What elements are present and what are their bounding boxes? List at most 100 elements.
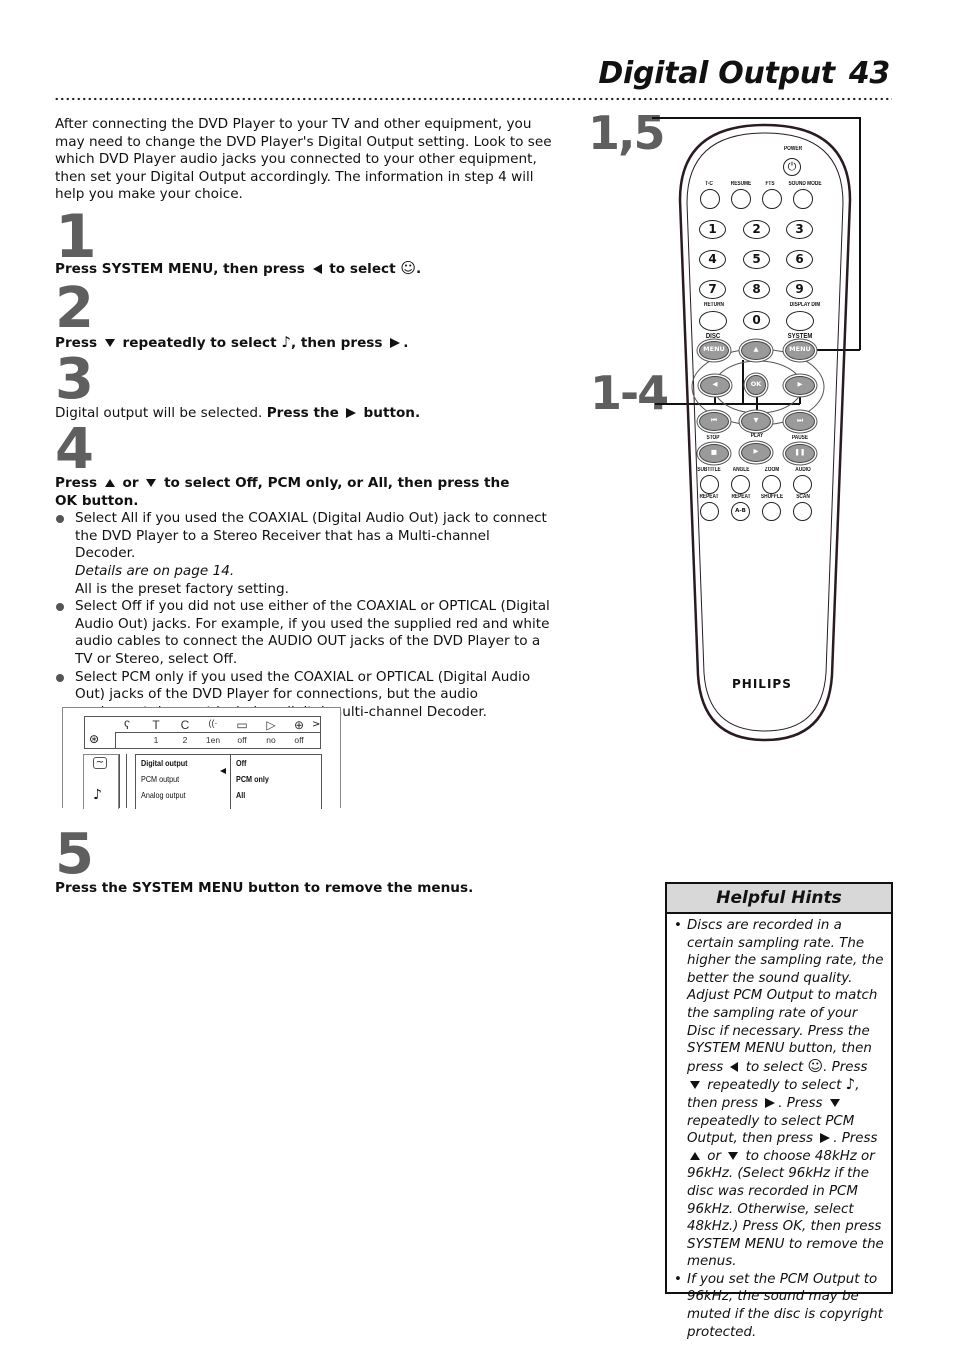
play-button[interactable]: ▶ — [741, 443, 771, 462]
osd-top-bar: ⊛ ʕ T C ((· ▭ ▷ ⊕ > 1 2 1en off no off — [84, 716, 321, 749]
step-text: Press SYSTEM MENU, then press to select … — [55, 259, 555, 279]
osd-value: 2 — [182, 735, 188, 745]
up-button[interactable]: ▲ — [741, 341, 771, 360]
osd-value: off — [237, 735, 247, 745]
label-resume: RESUME — [730, 181, 752, 187]
number-1-button[interactable]: 1 — [699, 220, 726, 239]
previous-button[interactable]: ⏮ — [699, 412, 729, 431]
label-zoom: ZOOM — [764, 467, 780, 473]
subtitle-icon: ▭ — [236, 718, 248, 732]
label-tc: T-C — [705, 181, 713, 187]
ok-button[interactable]: OK — [746, 375, 766, 395]
next-icon: ⏭ — [797, 416, 803, 424]
step-number: 4 — [55, 417, 94, 482]
number-3-button[interactable]: 3 — [786, 220, 813, 239]
left-button[interactable]: ◀ — [700, 376, 730, 395]
subtitle-button[interactable] — [700, 475, 719, 494]
helpful-hints-box: Helpful Hints Discs are recorded in a ce… — [665, 882, 893, 1340]
osd-options: Off PCM only All — [230, 755, 321, 809]
number-2-button[interactable]: 2 — [743, 220, 770, 239]
system-menu-button[interactable]: MENU — [785, 341, 815, 360]
up-arrow-icon: ▲ — [753, 345, 759, 353]
label-system: SYSTEM — [787, 331, 813, 340]
repeat-button[interactable] — [700, 502, 719, 521]
display-dim-button[interactable] — [786, 311, 814, 331]
text: to choose 48kHz or 96kHz. (Select 96kHz … — [687, 1148, 884, 1270]
disc-menu-button[interactable]: MENU — [699, 341, 729, 360]
left-arrow-icon — [730, 1061, 739, 1072]
number-9-button[interactable]: 9 — [786, 280, 813, 299]
hints-list: Discs are recorded in a certain sampling… — [667, 914, 891, 1341]
down-arrow-icon — [829, 1098, 840, 1107]
label-stop: STOP — [706, 435, 720, 441]
stop-button[interactable]: ■ — [699, 444, 729, 463]
number-0-button[interactable]: 0 — [743, 311, 770, 330]
chapter-icon: C — [180, 718, 190, 732]
step-5: 5 Press the SYSTEM MENU button to remove… — [55, 827, 555, 898]
option-all[interactable]: All — [236, 790, 245, 800]
menu-label: MENU — [789, 345, 811, 353]
return-button[interactable] — [699, 311, 727, 331]
up-arrow-icon — [690, 1151, 700, 1160]
menu-item-analog-output[interactable]: Analog output — [141, 790, 186, 800]
audio-button[interactable] — [793, 475, 812, 494]
number-5-button[interactable]: 5 — [743, 250, 770, 269]
up-arrow-icon — [104, 479, 115, 487]
down-arrow-icon — [104, 339, 115, 347]
down-arrow-icon — [728, 1151, 739, 1160]
shuffle-button[interactable] — [762, 502, 781, 521]
step-number: 2 — [55, 276, 94, 341]
number-8-button[interactable]: 8 — [743, 280, 770, 299]
list-item: Select Off if you did not use either of … — [55, 598, 550, 668]
step-text: Press repeatedly to select ♪, then press… — [55, 333, 555, 353]
fts-button[interactable] — [762, 189, 782, 209]
number-7-button[interactable]: 7 — [699, 280, 726, 299]
option-list: Select All if you used the COAXIAL (Digi… — [55, 510, 550, 721]
right-button[interactable]: ▶ — [785, 376, 815, 395]
intro-paragraph: After connecting the DVD Player to your … — [55, 116, 552, 203]
text: . — [415, 261, 422, 277]
text: . Press — [823, 1059, 868, 1075]
down-arrow-icon — [146, 479, 157, 487]
text: , then press — [290, 335, 383, 351]
text: or — [707, 1148, 721, 1164]
menu-label: MENU — [703, 345, 725, 353]
label-angle: ANGLE — [732, 467, 750, 473]
down-button[interactable]: ▼ — [741, 412, 771, 431]
number-4-button[interactable]: 4 — [699, 250, 726, 269]
resume-button[interactable] — [731, 189, 751, 209]
power-icon: ⏻ — [787, 160, 797, 173]
zoom-button[interactable] — [762, 475, 781, 494]
osd-divider — [119, 754, 127, 808]
selector-arrow-icon — [220, 760, 226, 779]
text: Press SYSTEM MENU, then press — [55, 261, 305, 277]
pause-button[interactable]: ❚❚ — [785, 444, 815, 463]
menu-item-digital-output[interactable]: Digital output — [141, 758, 188, 768]
stop-icon: ■ — [710, 448, 718, 456]
option-pcm-only[interactable]: PCM only — [236, 774, 269, 784]
scan-button[interactable] — [793, 502, 812, 521]
repeat-ab-button[interactable]: A-B — [731, 502, 750, 521]
osd-screenshot: ⊛ ʕ T C ((· ▭ ▷ ⊕ > 1 2 1en off no off ~… — [62, 707, 341, 809]
step-1: 1 Press SYSTEM MENU, then press to selec… — [55, 207, 555, 279]
setup-icon: ʕ — [124, 718, 130, 732]
number-6-button[interactable]: 6 — [786, 250, 813, 269]
label-scan: SCAN — [796, 494, 810, 500]
tc-button[interactable] — [700, 189, 720, 209]
label-display-dim: DISPLAY DIM — [789, 302, 821, 308]
menu-item-pcm-output[interactable]: PCM output — [141, 774, 179, 784]
text: Select All if you used the COAXIAL (Digi… — [75, 510, 547, 562]
sound-mode-button[interactable] — [793, 189, 813, 209]
left-arrow-icon: ◀ — [712, 380, 718, 388]
step-text: Press the SYSTEM MENU button to remove t… — [55, 880, 555, 898]
option-off[interactable]: Off — [236, 758, 246, 768]
power-button[interactable]: ⏻ — [783, 158, 801, 176]
right-arrow-icon — [765, 1097, 776, 1108]
page-reference: Details are on page 14. — [75, 562, 235, 579]
next-button[interactable]: ⏭ — [785, 412, 815, 431]
remote-control: POWER ⏻ T-C RESUME FTS SOUND MODE 1 2 3 … — [669, 118, 857, 750]
osd-value: off — [294, 735, 304, 745]
play-icon: ▶ — [753, 447, 759, 455]
angle-button[interactable] — [731, 475, 750, 494]
label-fts: FTS — [765, 181, 775, 187]
